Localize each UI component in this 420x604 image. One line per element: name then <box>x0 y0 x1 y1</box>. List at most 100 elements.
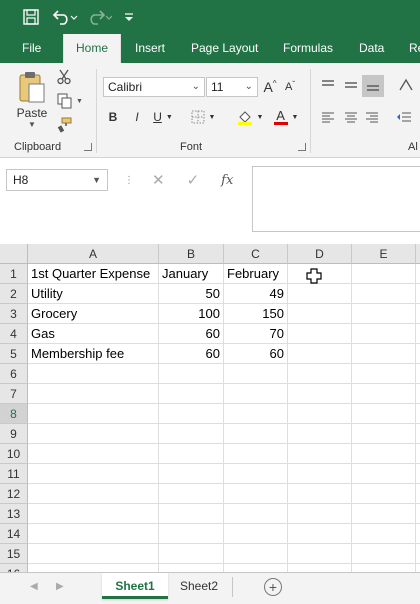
cell-f16[interactable] <box>416 564 420 572</box>
cell-b3[interactable]: 100 <box>159 304 224 324</box>
cell-c13[interactable] <box>224 504 288 524</box>
row-header[interactable]: 14 <box>0 524 28 544</box>
font-size-combo[interactable]: 11 ⌄ <box>206 77 258 97</box>
cell-a6[interactable] <box>28 364 159 384</box>
cell-f1[interactable] <box>416 264 420 284</box>
insert-function-button[interactable]: fx <box>221 173 233 188</box>
row-header[interactable]: 4 <box>0 324 28 344</box>
cell-e16[interactable] <box>352 564 416 572</box>
worksheet-grid[interactable]: A B C D E 12345678910111213141516 1st Qu… <box>0 244 420 572</box>
column-header-c[interactable]: C <box>224 244 288 264</box>
cell-b16[interactable] <box>159 564 224 572</box>
cell-b9[interactable] <box>159 424 224 444</box>
cell-b2[interactable]: 50 <box>159 284 224 304</box>
cell-c3[interactable]: 150 <box>224 304 288 324</box>
cell-f12[interactable] <box>416 484 420 504</box>
cell-a10[interactable] <box>28 444 159 464</box>
cell-b14[interactable] <box>159 524 224 544</box>
grow-font-button[interactable]: A ^ <box>261 77 279 97</box>
cell-a3[interactable]: Grocery <box>28 304 159 324</box>
formula-input[interactable] <box>252 166 420 232</box>
redo-icon[interactable] <box>84 6 114 28</box>
tab-insert[interactable]: Insert <box>133 34 167 63</box>
cell-e14[interactable] <box>352 524 416 544</box>
cell-a14[interactable] <box>28 524 159 544</box>
cell-c7[interactable] <box>224 384 288 404</box>
cancel-icon[interactable]: ✕ <box>152 171 165 189</box>
cell-b6[interactable] <box>159 364 224 384</box>
cell-f14[interactable] <box>416 524 420 544</box>
cell-c1[interactable]: February <box>224 264 288 284</box>
orientation-button[interactable] <box>392 75 420 95</box>
top-align-button[interactable] <box>318 75 338 95</box>
cell-d6[interactable] <box>288 364 352 384</box>
tab-review[interactable]: Re <box>407 34 420 63</box>
column-header-f[interactable] <box>416 244 420 264</box>
cell-c16[interactable] <box>224 564 288 572</box>
cell-e6[interactable] <box>352 364 416 384</box>
cell-f9[interactable] <box>416 424 420 444</box>
row-header[interactable]: 12 <box>0 484 28 504</box>
cell-d13[interactable] <box>288 504 352 524</box>
cell-d7[interactable] <box>288 384 352 404</box>
cell-a5[interactable]: Membership fee <box>28 344 159 364</box>
cell-a4[interactable]: Gas <box>28 324 159 344</box>
cell-b13[interactable] <box>159 504 224 524</box>
tab-file[interactable]: File <box>20 34 43 63</box>
cell-c10[interactable] <box>224 444 288 464</box>
cell-b12[interactable] <box>159 484 224 504</box>
cell-d5[interactable] <box>288 344 352 364</box>
tab-home[interactable]: Home <box>63 34 121 63</box>
cell-d16[interactable] <box>288 564 352 572</box>
cell-e4[interactable] <box>352 324 416 344</box>
paste-button[interactable]: Paste ▼ <box>10 69 54 129</box>
cell-c5[interactable]: 60 <box>224 344 288 364</box>
row-header[interactable]: 13 <box>0 504 28 524</box>
cell-b11[interactable] <box>159 464 224 484</box>
shrink-font-button[interactable]: Aˇ <box>281 77 299 97</box>
cell-a12[interactable] <box>28 484 159 504</box>
cell-a8[interactable] <box>28 404 159 424</box>
save-icon[interactable] <box>20 6 42 28</box>
cell-d10[interactable] <box>288 444 352 464</box>
cell-a1[interactable]: 1st Quarter Expense <box>28 264 159 284</box>
row-header[interactable]: 2 <box>0 284 28 304</box>
row-header[interactable]: 7 <box>0 384 28 404</box>
decrease-indent-button[interactable] <box>392 107 416 127</box>
cell-d2[interactable] <box>288 284 352 304</box>
cell-f10[interactable] <box>416 444 420 464</box>
cell-e12[interactable] <box>352 484 416 504</box>
row-header[interactable]: 8 <box>0 404 28 424</box>
cell-d15[interactable] <box>288 544 352 564</box>
cell-b7[interactable] <box>159 384 224 404</box>
italic-button[interactable]: I <box>129 107 145 127</box>
cell-e15[interactable] <box>352 544 416 564</box>
row-header[interactable]: 3 <box>0 304 28 324</box>
cell-b15[interactable] <box>159 544 224 564</box>
column-header-b[interactable]: B <box>159 244 224 264</box>
cell-c9[interactable] <box>224 424 288 444</box>
row-header[interactable]: 15 <box>0 544 28 564</box>
cell-c14[interactable] <box>224 524 288 544</box>
cell-f3[interactable] <box>416 304 420 324</box>
tab-page-layout[interactable]: Page Layout <box>189 34 260 63</box>
middle-align-button[interactable] <box>341 75 361 95</box>
cell-d12[interactable] <box>288 484 352 504</box>
font-name-combo[interactable]: Calibri ⌄ <box>103 77 205 97</box>
tab-data[interactable]: Data <box>357 34 386 63</box>
cell-f8[interactable] <box>416 404 420 424</box>
cell-c15[interactable] <box>224 544 288 564</box>
column-header-e[interactable]: E <box>352 244 416 264</box>
bold-button[interactable]: B <box>105 107 121 127</box>
undo-icon[interactable] <box>50 6 80 28</box>
cell-e10[interactable] <box>352 444 416 464</box>
cell-b1[interactable]: January <box>159 264 224 284</box>
cell-b5[interactable]: 60 <box>159 344 224 364</box>
cell-d11[interactable] <box>288 464 352 484</box>
cell-e3[interactable] <box>352 304 416 324</box>
cell-e11[interactable] <box>352 464 416 484</box>
name-box[interactable]: H8 ▼ <box>6 169 108 191</box>
cell-a13[interactable] <box>28 504 159 524</box>
cell-f7[interactable] <box>416 384 420 404</box>
align-right-button[interactable] <box>362 107 382 127</box>
